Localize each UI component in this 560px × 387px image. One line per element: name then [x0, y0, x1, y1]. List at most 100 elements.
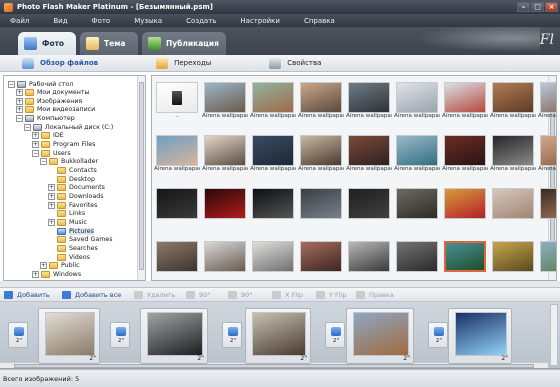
file-browser-button[interactable]: Обзор файлов — [22, 57, 98, 69]
image-thumbnail[interactable] — [394, 186, 440, 226]
tree-node[interactable]: Searches — [48, 244, 98, 252]
tree-node[interactable]: + Music — [48, 218, 87, 226]
image-thumbnail[interactable]: Airena wallpapac... — [154, 133, 200, 173]
slide-item[interactable]: 2" — [140, 308, 208, 364]
image-thumbnail[interactable] — [442, 239, 488, 279]
image-thumbnail[interactable]: Airena wallpapac... — [442, 133, 488, 173]
image-thumbnail[interactable]: Airena wallpapac... — [346, 133, 392, 173]
menu-item[interactable]: Справка — [294, 17, 349, 25]
tree-node[interactable]: + IDE — [32, 132, 64, 140]
menu-item[interactable]: Фото — [82, 17, 125, 25]
expand-toggle-icon[interactable]: − — [40, 158, 47, 166]
expand-toggle-icon[interactable]: + — [48, 192, 55, 200]
image-thumbnail[interactable]: .. — [154, 80, 200, 120]
maximize-button[interactable]: □ — [531, 2, 544, 12]
transitions-button[interactable]: Переходы — [156, 57, 211, 69]
image-thumbnail[interactable] — [538, 239, 556, 279]
expand-toggle-icon[interactable]: + — [48, 184, 55, 192]
expand-toggle-icon[interactable]: + — [32, 141, 39, 149]
tree-node[interactable]: + Мои видеозаписи — [16, 106, 95, 114]
tree-node[interactable]: + Downloads — [48, 192, 104, 200]
image-thumbnail[interactable] — [538, 186, 556, 226]
expand-toggle-icon[interactable]: + — [16, 89, 23, 97]
expand-toggle-icon[interactable]: + — [16, 97, 23, 105]
tree-scroll-thumb[interactable] — [139, 82, 144, 270]
tree-node[interactable]: − Локальный диск (C:) — [24, 123, 113, 131]
tree-node[interactable]: − Компьютер — [16, 115, 75, 123]
menu-item[interactable]: Музыка — [124, 17, 176, 25]
image-thumbnail[interactable]: Airena wallpapac... — [250, 80, 296, 120]
expand-toggle-icon[interactable]: − — [16, 115, 23, 123]
image-thumbnail[interactable]: Airena wallpapac... — [394, 80, 440, 120]
action-button[interactable]: Добавить — [4, 290, 50, 299]
tree-node[interactable]: − Bukkollader — [40, 158, 98, 166]
image-thumbnail[interactable] — [346, 186, 392, 226]
image-thumbnail[interactable] — [490, 186, 536, 226]
image-thumbnail[interactable] — [202, 239, 248, 279]
expand-toggle-icon[interactable]: + — [48, 201, 55, 209]
minimize-button[interactable]: – — [517, 2, 530, 12]
image-thumbnail[interactable] — [202, 186, 248, 226]
image-thumbnail[interactable]: Airena wallpapac... — [298, 80, 344, 120]
expand-toggle-icon[interactable]: − — [24, 123, 31, 131]
slide-item[interactable]: 2" — [38, 308, 100, 364]
tree-scrollbar[interactable] — [137, 76, 145, 280]
slide-item[interactable]: 2" — [448, 308, 512, 364]
tree-node[interactable]: + Public — [40, 262, 80, 270]
properties-button[interactable]: Свойства — [269, 57, 321, 69]
menu-item[interactable]: Создать — [176, 17, 230, 25]
menu-item[interactable]: Файл — [0, 17, 43, 25]
expand-toggle-icon[interactable]: − — [8, 80, 15, 88]
image-thumbnail[interactable] — [250, 186, 296, 226]
image-thumbnail[interactable] — [250, 239, 296, 279]
tree-node[interactable]: Saved Games — [48, 236, 112, 244]
tree-node[interactable]: Links — [48, 210, 85, 218]
expand-toggle-icon[interactable]: + — [32, 132, 39, 140]
image-thumbnail[interactable]: Airena wallpapac... — [490, 133, 536, 173]
tree-node[interactable]: + Изображения — [16, 97, 82, 105]
transition-slot[interactable]: 2" — [222, 322, 242, 348]
image-thumbnail[interactable]: Airena wallpapac... — [538, 133, 556, 173]
image-thumbnail[interactable] — [394, 239, 440, 279]
tree-node[interactable]: + Favorites — [48, 201, 97, 209]
image-thumbnail[interactable] — [298, 186, 344, 226]
image-thumbnail[interactable] — [154, 186, 200, 226]
tree-node[interactable]: + Windows — [32, 270, 81, 278]
tree-node[interactable]: − Users — [32, 149, 71, 157]
image-thumbnail[interactable]: Airena wallpapac... — [346, 80, 392, 120]
image-thumbnail[interactable]: Airena wallpapac... — [490, 80, 536, 120]
close-button[interactable]: × — [545, 2, 558, 12]
image-thumbnail[interactable]: Airena wallpapac... — [538, 80, 556, 120]
tree-node[interactable]: − Рабочий стол — [8, 80, 73, 88]
image-thumbnail[interactable]: Airena wallpapac... — [394, 133, 440, 173]
tree-node[interactable]: Desktop — [48, 175, 95, 183]
tree-node[interactable]: Contacts — [48, 167, 97, 175]
tree-node[interactable]: Videos — [48, 253, 90, 261]
image-thumbnail[interactable] — [346, 239, 392, 279]
transition-slot[interactable]: 2" — [325, 322, 345, 348]
expand-toggle-icon[interactable]: + — [16, 106, 23, 114]
image-thumbnail[interactable] — [298, 239, 344, 279]
expand-toggle-icon[interactable]: + — [40, 262, 47, 270]
tab-publish[interactable]: Публикация — [142, 32, 226, 55]
folder-tree[interactable]: − Рабочий стол + Мои документы + Изображения +… — [3, 75, 146, 281]
expand-toggle-icon[interactable]: + — [48, 218, 55, 226]
slide-item[interactable]: 2" — [245, 308, 311, 364]
image-thumbnail[interactable] — [490, 239, 536, 279]
transition-slot[interactable]: 2" — [8, 322, 28, 348]
image-thumbnail[interactable] — [154, 239, 200, 279]
action-button[interactable]: Добавить все — [62, 290, 121, 299]
expand-toggle-icon[interactable]: − — [32, 149, 39, 157]
transition-slot[interactable]: 2" — [110, 322, 130, 348]
tree-node[interactable]: + Мои документы — [16, 89, 90, 97]
expand-toggle-icon[interactable]: + — [32, 270, 39, 278]
filmstrip-hscroll-thumb[interactable] — [14, 364, 534, 368]
menu-item[interactable]: Вид — [43, 17, 81, 25]
tree-node[interactable]: + Documents — [48, 184, 105, 192]
image-thumbnail[interactable]: Airena wallpapac... — [202, 133, 248, 173]
image-thumbnail[interactable]: Airena wallpapac... — [250, 133, 296, 173]
image-thumbnail[interactable] — [442, 186, 488, 226]
slide-item[interactable]: 2" — [346, 308, 414, 364]
image-thumbnail[interactable]: Airena wallpapac... — [202, 80, 248, 120]
filmstrip-vscroll[interactable] — [550, 304, 558, 366]
